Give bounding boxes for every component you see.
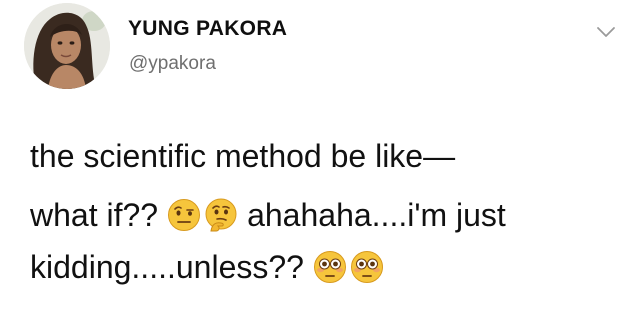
avatar[interactable] [24,3,110,89]
user-handle[interactable]: @ypakora [129,53,216,75]
tweet-text: the scientific method be like— [30,138,456,174]
tweet-text-line-3: kidding.....unless?? [30,247,384,287]
raised-eyebrow-face-icon [167,198,201,232]
thinking-face-icon [204,198,238,232]
flushed-face-icon [350,250,384,284]
tweet-text: what if?? [30,197,159,233]
tweet-text: kidding.....unless?? [30,249,304,285]
tweet-text-line-2: what if?? ahahaha....i'm just [30,195,506,235]
flushed-face-icon [313,250,347,284]
tweet-text-line-1: the scientific method be like— [30,136,455,176]
tweet-text: ahahaha....i'm just [247,197,506,233]
display-name[interactable]: YUNG PAKORA [128,17,287,41]
chevron-down-icon[interactable] [593,22,619,42]
